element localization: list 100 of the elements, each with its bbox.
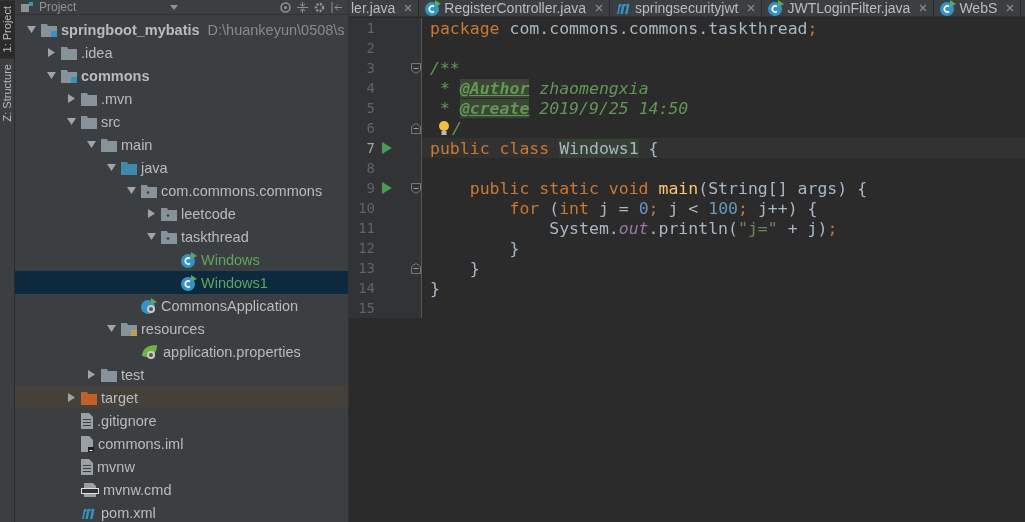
collapsed-arrow-icon[interactable] xyxy=(86,370,96,379)
line-number: 7 xyxy=(365,140,375,156)
text-file-icon xyxy=(81,412,93,429)
tree-item-label: com.commons.commons xyxy=(161,182,323,199)
close-icon[interactable] xyxy=(404,4,413,12)
collapsed-arrow-icon[interactable] xyxy=(66,94,76,103)
tree-item[interactable]: src xyxy=(15,110,348,133)
code-line: public class Windows1 { xyxy=(430,138,659,158)
close-icon[interactable] xyxy=(1006,4,1015,12)
package-folder-icon xyxy=(161,229,177,244)
tree-item-label: main xyxy=(121,136,153,153)
tree-item-label: commons xyxy=(81,67,150,84)
code-line: } xyxy=(430,278,440,298)
run-icon[interactable] xyxy=(381,142,392,154)
tree-item[interactable]: target xyxy=(15,386,348,409)
tree-item-label: java xyxy=(141,159,168,176)
class-icon xyxy=(940,0,957,16)
code-line: * @create 2019/9/25 14:50 xyxy=(438,98,689,118)
tree-item-label: resources xyxy=(141,320,205,337)
tree-item-label: .mvn xyxy=(101,90,133,107)
tree-item[interactable]: com.commons.commons xyxy=(15,179,348,202)
class-icon xyxy=(425,0,442,16)
module-folder-icon xyxy=(41,22,57,37)
tree-item[interactable]: .gitignore xyxy=(15,409,348,432)
package-folder-icon xyxy=(161,206,177,221)
maven-icon xyxy=(81,506,97,519)
module-folder-icon xyxy=(61,68,77,83)
folder-icon xyxy=(81,114,97,129)
collapsed-arrow-icon[interactable] xyxy=(146,209,156,218)
lightbulb-icon[interactable] xyxy=(438,120,450,136)
folder-icon xyxy=(101,367,117,382)
code-line: } xyxy=(508,238,520,258)
tree-item[interactable]: .idea xyxy=(15,41,348,64)
tool-window-tab[interactable]: 1: Project xyxy=(0,0,14,59)
fold-marker-icon[interactable] xyxy=(411,182,421,194)
code-line: * @Author zhaomengxia xyxy=(438,78,649,98)
folder-icon xyxy=(101,137,117,152)
close-icon[interactable] xyxy=(747,4,756,12)
tree-item-label: CommonsApplication xyxy=(161,297,298,314)
tree-item[interactable]: application.properties xyxy=(15,340,348,363)
tree-item-label: test xyxy=(121,366,145,383)
maven-icon xyxy=(616,2,632,14)
expanded-arrow-icon[interactable] xyxy=(146,232,156,241)
expanded-arrow-icon[interactable] xyxy=(106,163,116,172)
tree-item[interactable]: mvnw.cmd xyxy=(15,478,348,501)
collapsed-arrow-icon[interactable] xyxy=(46,48,56,57)
tree-item[interactable]: CommonsApplication xyxy=(15,294,348,317)
class-icon xyxy=(181,251,197,268)
expanded-arrow-icon[interactable] xyxy=(106,324,116,333)
fold-marker-icon[interactable] xyxy=(411,122,421,134)
tree-item[interactable]: test xyxy=(15,363,348,386)
tree-item[interactable]: commons xyxy=(15,64,348,87)
code-line: package com.commons.commons.taskthread; xyxy=(430,18,818,38)
close-icon[interactable] xyxy=(595,4,603,12)
tree-item[interactable]: main xyxy=(15,133,348,156)
code-line: for (int j = 0; j < 100; j++) { xyxy=(508,198,818,218)
collapse-all-icon[interactable] xyxy=(297,1,308,13)
class-icon xyxy=(768,0,785,16)
target-icon[interactable] xyxy=(280,1,291,13)
tree-item-label: .gitignore xyxy=(97,412,157,429)
tree-item-label: Windows1 xyxy=(201,274,268,291)
tree-item[interactable]: resources xyxy=(15,317,348,340)
tree-item-label: pom.xml xyxy=(101,504,156,521)
settings-icon[interactable] xyxy=(314,1,325,13)
tree-item[interactable]: Windows xyxy=(15,248,348,271)
tree-item[interactable]: commons.iml xyxy=(15,432,348,455)
close-icon[interactable] xyxy=(919,4,928,12)
expanded-arrow-icon[interactable] xyxy=(26,25,36,34)
tree-item[interactable]: pom.xml xyxy=(15,501,348,522)
fold-marker-icon[interactable] xyxy=(411,262,421,274)
module-file-icon xyxy=(81,435,94,452)
tree-item-label: leetcode xyxy=(181,205,236,222)
tree-item[interactable]: springboot_mybatis D:\huankeyun\0508\s xyxy=(15,18,348,41)
code-line: System.out.println("j=" + j); xyxy=(548,218,838,238)
tree-item[interactable]: taskthread xyxy=(15,225,348,248)
expanded-arrow-icon[interactable] xyxy=(66,117,76,126)
text-file-icon xyxy=(81,458,93,475)
package-folder-icon xyxy=(141,183,157,198)
command-file-icon xyxy=(81,482,99,497)
tree-item[interactable]: Windows1 xyxy=(15,271,348,294)
expanded-arrow-icon[interactable] xyxy=(126,186,136,195)
tree-item-label: target xyxy=(101,389,139,406)
dropdown-caret-icon[interactable] xyxy=(170,4,178,10)
tree-item-label: commons.iml xyxy=(98,435,184,452)
expanded-arrow-icon[interactable] xyxy=(86,140,96,149)
code-line: } xyxy=(468,258,480,278)
tree-item[interactable]: java xyxy=(15,156,348,179)
run-icon[interactable] xyxy=(381,182,392,194)
folder-icon xyxy=(61,45,77,60)
fold-marker-icon[interactable] xyxy=(411,62,421,74)
tool-window-tab[interactable]: Z: Structure xyxy=(0,58,14,128)
collapsed-arrow-icon[interactable] xyxy=(66,393,76,402)
tree-item[interactable]: .mvn xyxy=(15,87,348,110)
tree-item[interactable]: leetcode xyxy=(15,202,348,225)
hide-panel-icon[interactable] xyxy=(331,1,342,13)
expanded-arrow-icon[interactable] xyxy=(46,71,56,80)
tree-item[interactable]: mvnw xyxy=(15,455,348,478)
class-icon xyxy=(181,274,197,291)
tree-item-label: mvnw.cmd xyxy=(103,481,172,498)
editor-tab[interactable]: ler.java xyxy=(349,0,420,16)
